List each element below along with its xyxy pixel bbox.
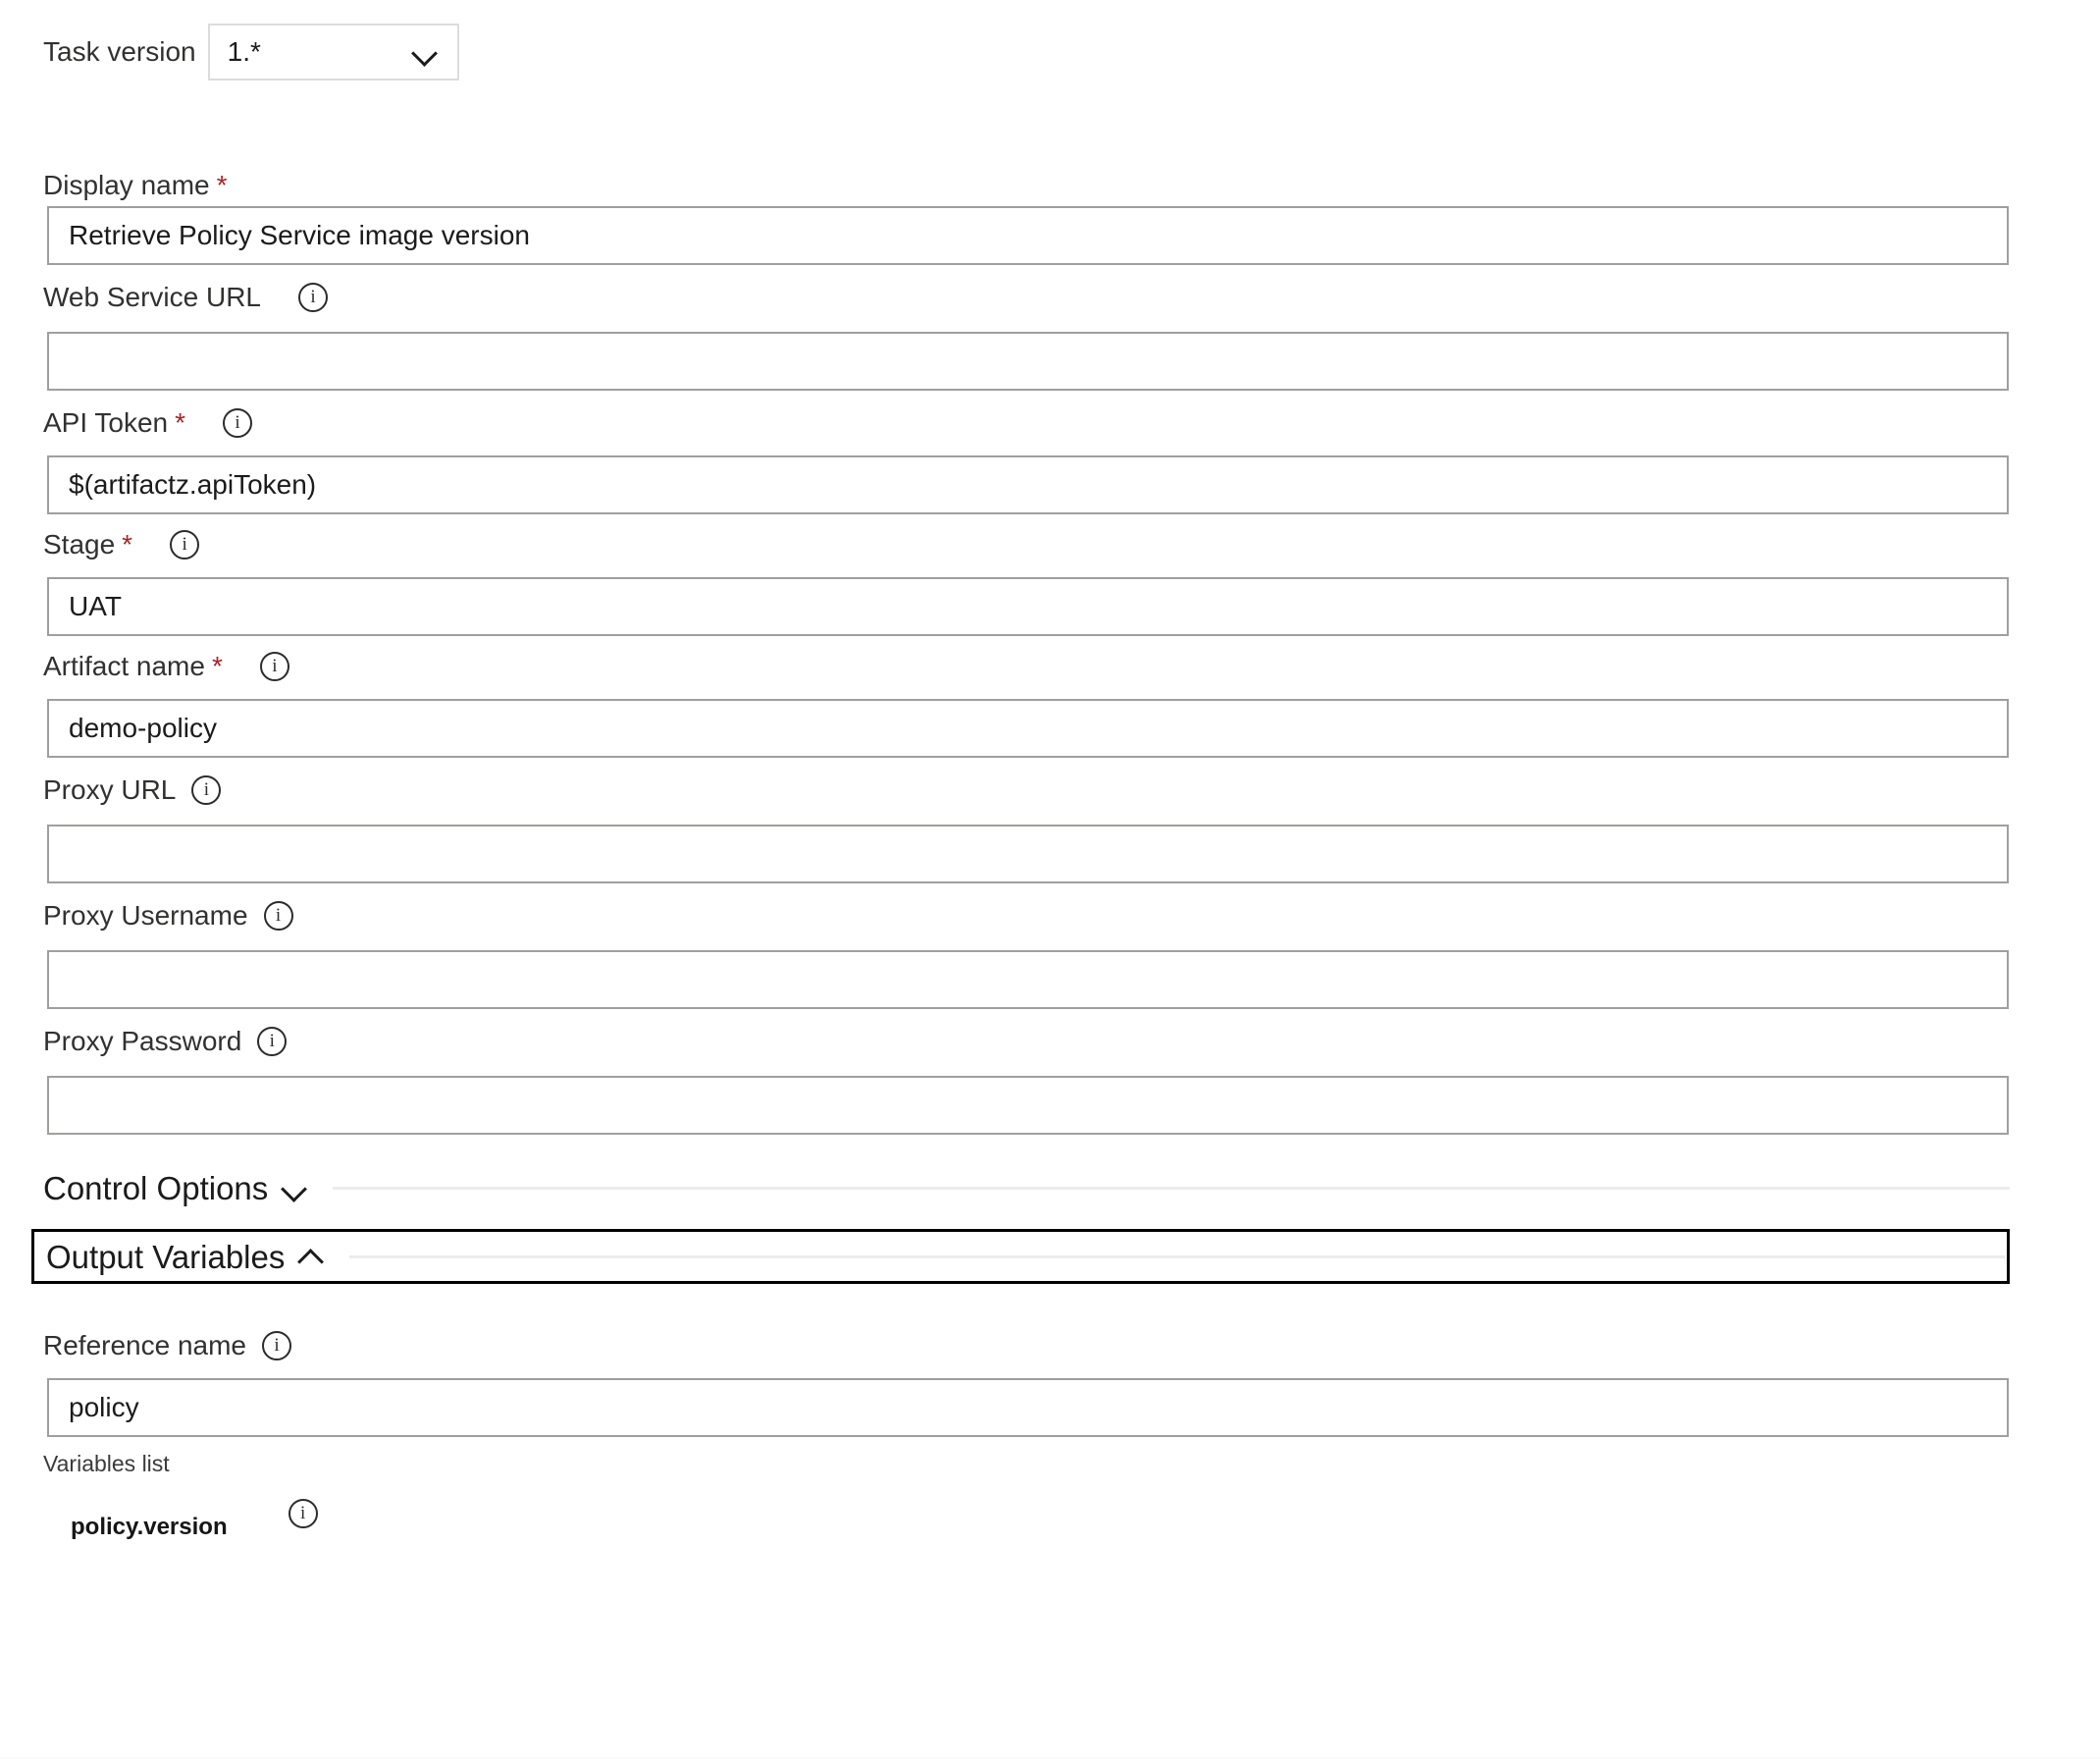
variables-list-item: policy.version i bbox=[0, 1499, 2100, 1542]
proxy-url-input[interactable] bbox=[47, 825, 2009, 883]
section-header-output-variables[interactable]: Output Variables bbox=[31, 1229, 2010, 1284]
label-artifact-name: Artifact name * i bbox=[0, 646, 2100, 687]
task-version-row: Task version 1.* bbox=[43, 24, 459, 80]
field-proxy-url: Proxy URL i bbox=[0, 770, 2100, 883]
label-proxy-password: Proxy Password i bbox=[0, 1021, 2100, 1062]
info-icon[interactable]: i bbox=[262, 1331, 292, 1360]
field-reference-name: Reference name i bbox=[0, 1325, 2100, 1437]
task-version-dropdown[interactable]: 1.* bbox=[207, 24, 459, 80]
field-display-name: Display name * bbox=[0, 165, 2100, 265]
section-title: Output Variables bbox=[46, 1238, 286, 1275]
field-artifact-name: Artifact name * i bbox=[0, 646, 2100, 758]
task-configuration-form: Task version 1.* Display name * Web Serv… bbox=[0, 0, 2100, 1759]
info-icon[interactable]: i bbox=[170, 530, 200, 560]
info-icon[interactable]: i bbox=[223, 408, 253, 438]
section-header-control-options[interactable]: Control Options bbox=[0, 1160, 2010, 1215]
required-asterisk: * bbox=[175, 407, 186, 438]
label-text: API Token bbox=[43, 407, 169, 438]
artifact-name-input[interactable] bbox=[47, 699, 2009, 758]
variables-list-label: Variables list bbox=[43, 1451, 170, 1476]
chevron-down-icon bbox=[412, 39, 438, 65]
reference-name-input[interactable] bbox=[47, 1378, 2009, 1437]
info-icon[interactable]: i bbox=[191, 775, 222, 805]
label-text: Proxy Password bbox=[43, 1026, 242, 1056]
chevron-down-icon bbox=[282, 1175, 307, 1200]
form-fields-container: Display name * Web Service URL i API Tok… bbox=[0, 165, 2100, 1542]
info-icon[interactable]: i bbox=[298, 283, 329, 312]
label-text: Stage bbox=[43, 529, 116, 560]
proxy-password-input[interactable] bbox=[47, 1076, 2009, 1135]
info-icon[interactable]: i bbox=[263, 901, 293, 931]
info-icon[interactable]: i bbox=[259, 652, 289, 681]
required-asterisk: * bbox=[211, 651, 223, 681]
task-version-label: Task version bbox=[43, 36, 196, 67]
info-icon[interactable]: i bbox=[288, 1499, 318, 1528]
section-divider bbox=[349, 1254, 2005, 1258]
section-title: Control Options bbox=[43, 1169, 269, 1206]
label-text: Reference name bbox=[43, 1330, 247, 1360]
field-web-service-url: Web Service URL i bbox=[0, 277, 2100, 391]
label-text: Display name bbox=[43, 170, 210, 200]
label-web-service-url: Web Service URL i bbox=[0, 277, 2100, 318]
chevron-up-icon bbox=[298, 1244, 324, 1269]
field-api-token: API Token * i bbox=[0, 402, 2100, 514]
label-proxy-url: Proxy URL i bbox=[0, 770, 2100, 811]
label-display-name: Display name * bbox=[0, 165, 2100, 206]
label-text: Proxy URL bbox=[43, 774, 177, 805]
info-icon[interactable]: i bbox=[257, 1027, 288, 1056]
api-token-input[interactable] bbox=[47, 455, 2009, 514]
proxy-username-input[interactable] bbox=[47, 950, 2009, 1009]
section-divider bbox=[333, 1186, 2010, 1190]
label-text: Proxy Username bbox=[43, 900, 248, 931]
variable-name: policy.version bbox=[71, 1514, 228, 1540]
label-stage: Stage * i bbox=[0, 524, 2100, 565]
label-reference-name: Reference name i bbox=[0, 1325, 2100, 1366]
field-proxy-password: Proxy Password i bbox=[0, 1021, 2100, 1135]
display-name-input[interactable] bbox=[47, 206, 2009, 265]
task-version-value: 1.* bbox=[227, 36, 261, 67]
label-proxy-username: Proxy Username i bbox=[0, 895, 2100, 936]
field-proxy-username: Proxy Username i bbox=[0, 895, 2100, 1009]
label-text: Artifact name bbox=[43, 651, 205, 681]
field-stage: Stage * i bbox=[0, 524, 2100, 636]
stage-input[interactable] bbox=[47, 577, 2009, 636]
label-text: Web Service URL bbox=[43, 282, 262, 312]
web-service-url-input[interactable] bbox=[47, 332, 2009, 391]
label-api-token: API Token * i bbox=[0, 402, 2100, 444]
required-asterisk: * bbox=[216, 170, 228, 200]
required-asterisk: * bbox=[122, 529, 133, 560]
